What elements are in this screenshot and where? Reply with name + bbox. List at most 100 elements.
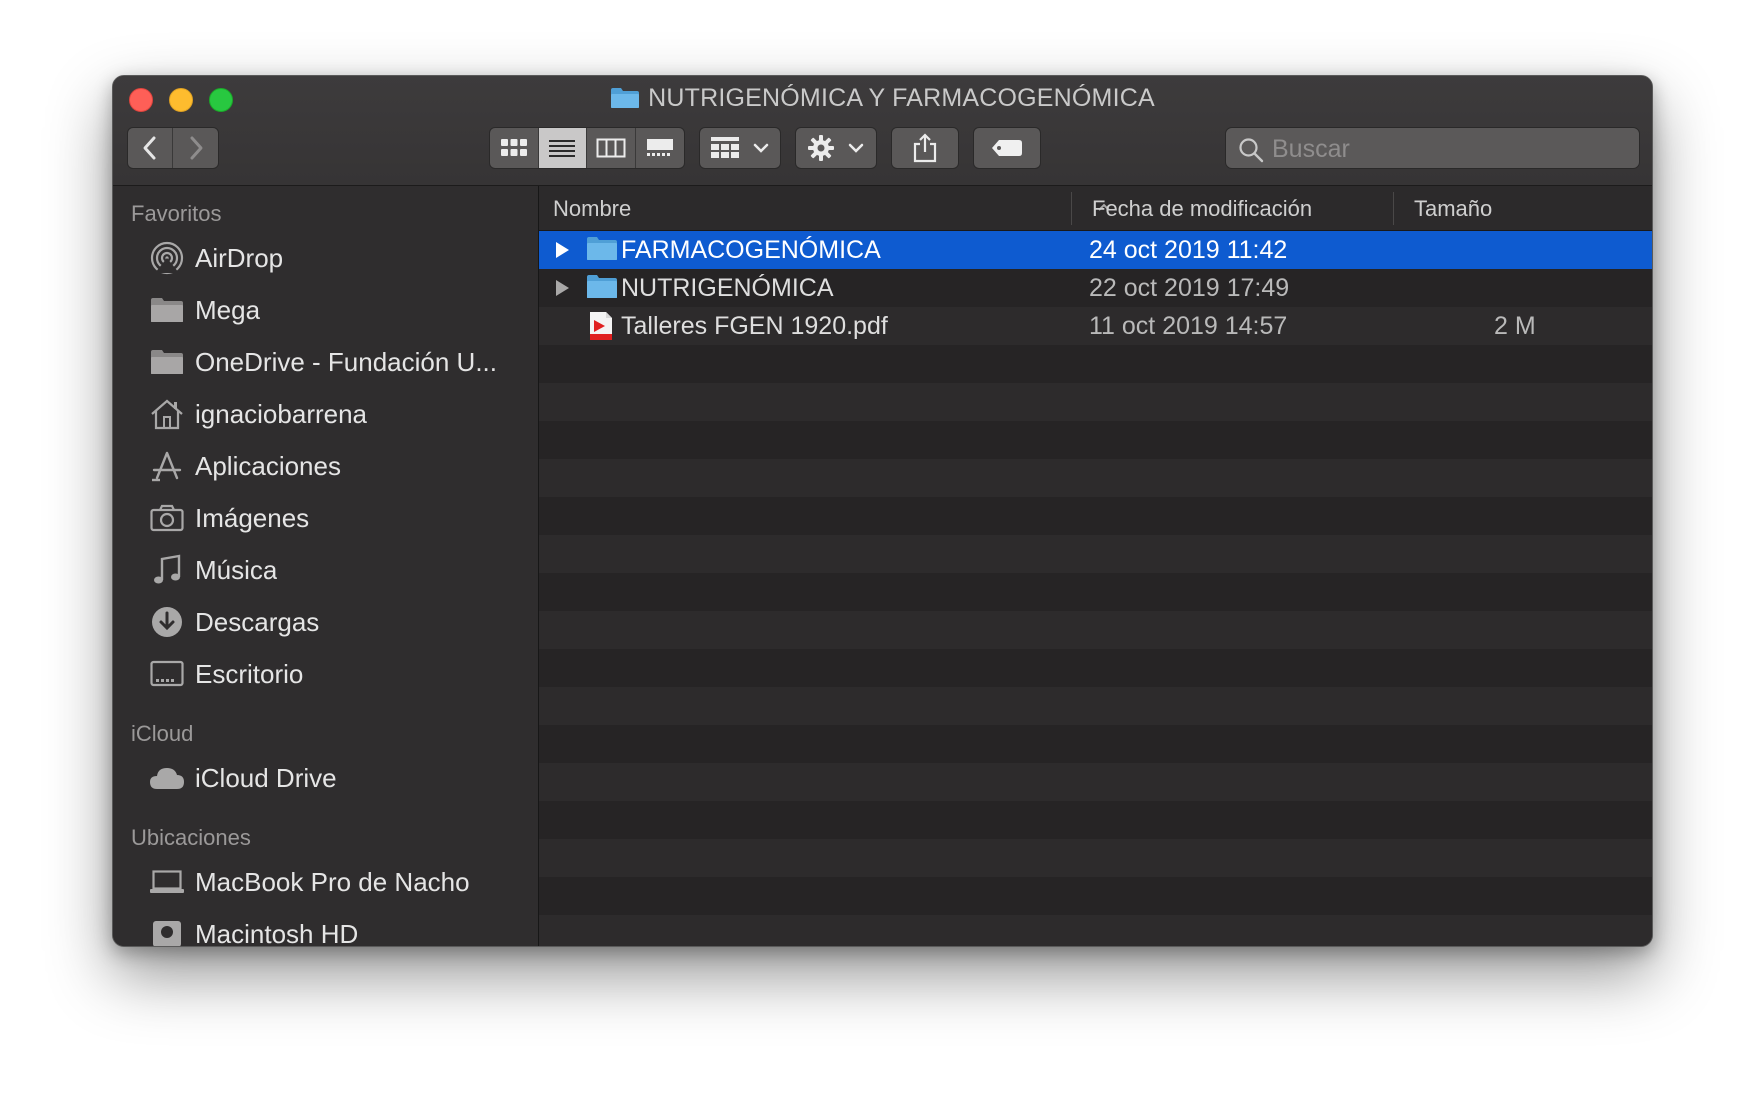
column-header-name[interactable]: Nombre	[553, 186, 631, 231]
share-button[interactable]	[891, 127, 959, 169]
grid-icon	[500, 139, 527, 156]
toolbar: NUTRIGENÓMICA Y FARMACOGENÓMICA	[113, 76, 1652, 186]
sidebar-item-label: Mega	[195, 294, 261, 325]
column-header-size[interactable]: Tamaño	[1414, 186, 1492, 231]
list-view-button[interactable]	[538, 128, 587, 168]
sidebar-item-macbook[interactable]: MacBook Pro de Nacho	[113, 856, 538, 908]
sidebar-item-label: Imágenes	[195, 502, 310, 533]
tags-button[interactable]	[973, 127, 1041, 169]
chevron-down-icon	[753, 143, 769, 153]
file-date: 24 oct 2019 11:42	[1089, 236, 1288, 264]
disclosure-triangle-icon[interactable]	[553, 240, 571, 260]
sidebar-item-label: OneDrive - Fundación U...	[195, 346, 498, 377]
file-rows: FARMACOGENÓMICA 24 oct 2019 11:42 NUTRIG…	[539, 231, 1652, 946]
folder-icon	[587, 237, 617, 260]
file-size: 2 M	[1494, 312, 1536, 340]
list-header: Nombre Fecha de modificación Tamaño	[539, 186, 1652, 231]
sidebar-item-label: iCloud Drive	[195, 762, 337, 793]
folder-icon	[587, 275, 617, 298]
file-name: FARMACOGENÓMICA	[621, 236, 881, 264]
file-date: 11 oct 2019 14:57	[1089, 312, 1288, 340]
table-row[interactable]: FARMACOGENÓMICA 24 oct 2019 11:42	[539, 231, 1652, 269]
empty-row	[539, 383, 1652, 421]
sidebar-item-onedrive[interactable]: OneDrive - Fundación U...	[113, 336, 538, 388]
gallery-view-button[interactable]	[636, 128, 685, 168]
sidebar-item-applications[interactable]: Aplicaciones	[113, 440, 538, 492]
chevron-down-icon	[848, 143, 864, 153]
sidebar-item-music[interactable]: Música	[113, 544, 538, 596]
empty-row	[539, 611, 1652, 649]
folder-icon	[149, 344, 185, 380]
sidebar: Favoritos AirDrop Mega OneDrive - Fundac…	[113, 186, 539, 946]
empty-row	[539, 763, 1652, 801]
sidebar-item-pictures[interactable]: Imágenes	[113, 492, 538, 544]
column-separator[interactable]	[1071, 192, 1072, 225]
group-by-button[interactable]	[699, 127, 781, 169]
pdf-file-icon	[590, 312, 612, 340]
camera-icon	[149, 500, 185, 536]
sidebar-item-desktop[interactable]: Escritorio	[113, 648, 538, 700]
empty-row	[539, 649, 1652, 687]
group-grid-icon	[711, 137, 739, 158]
desktop-icon	[149, 656, 185, 692]
sidebar-item-label: Música	[195, 554, 278, 585]
sidebar-item-home[interactable]: ignaciobarrena	[113, 388, 538, 440]
sidebar-item-icloud-drive[interactable]: iCloud Drive	[113, 752, 538, 804]
sidebar-item-label: Macintosh HD	[195, 918, 359, 947]
column-separator[interactable]	[1393, 192, 1394, 225]
finder-window: NUTRIGENÓMICA Y FARMACOGENÓMICA Buscar F…	[112, 75, 1653, 947]
hard-drive-icon	[149, 916, 185, 946]
file-list: Nombre Fecha de modificación Tamaño FARM…	[539, 186, 1652, 946]
sidebar-item-mega[interactable]: Mega	[113, 284, 538, 336]
sidebar-item-label: Escritorio	[195, 658, 304, 689]
file-name: NUTRIGENÓMICA	[621, 274, 834, 302]
empty-row	[539, 839, 1652, 877]
action-menu-button[interactable]	[795, 127, 877, 169]
view-mode-control	[489, 127, 685, 169]
sidebar-section-icloud: iCloud	[131, 721, 194, 746]
empty-row	[539, 345, 1652, 383]
sidebar-item-label: Descargas	[195, 606, 320, 637]
window-title: NUTRIGENÓMICA Y FARMACOGENÓMICA	[113, 84, 1652, 113]
gear-icon	[808, 135, 834, 161]
sidebar-item-downloads[interactable]: Descargas	[113, 596, 538, 648]
sidebar-item-macintosh-hd[interactable]: Macintosh HD	[113, 908, 538, 946]
file-name: Talleres FGEN 1920.pdf	[621, 312, 888, 340]
empty-row	[539, 877, 1652, 915]
forward-button[interactable]	[173, 128, 218, 168]
nav-buttons	[127, 127, 219, 169]
table-row[interactable]: NUTRIGENÓMICA 22 oct 2019 17:49	[539, 269, 1652, 307]
laptop-icon	[149, 864, 185, 900]
empty-row	[539, 535, 1652, 573]
file-date: 22 oct 2019 17:49	[1089, 274, 1290, 302]
empty-row	[539, 459, 1652, 497]
applications-icon	[149, 448, 185, 484]
chevron-left-icon	[143, 136, 156, 160]
sidebar-section-locations: Ubicaciones	[131, 825, 251, 850]
back-button[interactable]	[128, 128, 174, 168]
search-icon	[1239, 138, 1264, 163]
airdrop-icon	[149, 240, 185, 276]
sidebar-item-label: AirDrop	[195, 242, 284, 273]
sidebar-item-airdrop[interactable]: AirDrop	[113, 232, 538, 284]
window-title-text: NUTRIGENÓMICA Y FARMACOGENÓMICA	[648, 84, 1155, 112]
table-row[interactable]: Talleres FGEN 1920.pdf 11 oct 2019 14:57…	[539, 307, 1652, 345]
sidebar-item-label: Aplicaciones	[195, 450, 341, 481]
empty-row	[539, 421, 1652, 459]
home-icon	[149, 396, 185, 432]
download-icon	[149, 604, 185, 640]
gallery-icon	[646, 139, 673, 156]
column-header-date[interactable]: Fecha de modificación	[1092, 186, 1312, 231]
share-icon	[913, 133, 937, 163]
empty-row	[539, 915, 1652, 946]
icon-view-button[interactable]	[490, 128, 539, 168]
column-view-button[interactable]	[587, 128, 636, 168]
empty-row	[539, 725, 1652, 763]
search-input[interactable]	[1270, 128, 1624, 170]
disclosure-triangle-icon[interactable]	[553, 278, 571, 298]
empty-row	[539, 687, 1652, 725]
sidebar-item-label: ignaciobarrena	[195, 398, 368, 429]
search-field[interactable]	[1225, 127, 1640, 170]
chevron-right-icon	[190, 136, 202, 160]
sidebar-section-favorites: Favoritos	[131, 201, 222, 226]
